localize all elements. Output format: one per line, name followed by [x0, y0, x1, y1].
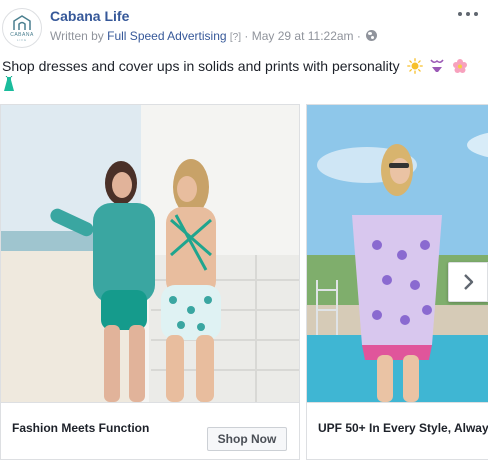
post-text-second-line — [2, 75, 16, 96]
avatar-logo-subtext: LIFE — [16, 37, 28, 42]
card-image-swimwear[interactable] — [1, 105, 299, 402]
dress-icon — [4, 75, 14, 91]
post-header: CABANA LIFE Cabana Life Written by Full … — [0, 0, 488, 54]
written-by-label: Written by — [50, 29, 104, 43]
page-avatar[interactable]: CABANA LIFE — [2, 8, 42, 48]
dot-icon — [474, 12, 478, 16]
advertiser-link[interactable]: Full Speed Advertising — [107, 29, 226, 43]
more-options-button[interactable] — [458, 12, 478, 20]
page-name-link[interactable]: Cabana Life — [50, 8, 129, 24]
card-image-coverups[interactable] — [307, 105, 488, 402]
globe-icon — [366, 30, 378, 41]
card-footer: UPF 50+ In Every Style, Always — [307, 402, 488, 459]
post-body-text: Shop dresses and cover ups in solids and… — [2, 58, 400, 74]
carousel-next-button[interactable] — [448, 262, 488, 302]
bikini-icon — [430, 59, 445, 72]
meta-separator: · — [244, 29, 249, 43]
cabana-logo-icon — [13, 14, 31, 30]
ad-carousel: Fashion Meets Function Shop Now UPF 50+ … — [0, 104, 488, 464]
card-headline[interactable]: UPF 50+ In Every Style, Always — [318, 421, 488, 435]
photo-pool-models — [307, 105, 488, 402]
card-footer: Fashion Meets Function Shop Now — [1, 402, 299, 459]
sun-icon — [406, 58, 423, 74]
post-date-link[interactable]: May 29 at 11:22am — [252, 29, 354, 43]
post-meta: Written by Full Speed Advertising [?] · … — [50, 29, 378, 43]
help-marker[interactable]: [?] — [230, 32, 241, 43]
card-headline[interactable]: Fashion Meets Function — [12, 421, 149, 435]
photo-beach-models — [1, 105, 299, 402]
chevron-right-icon — [464, 274, 474, 290]
carousel-card[interactable]: Fashion Meets Function Shop Now — [0, 104, 300, 460]
meta-separator-2: · — [356, 29, 361, 43]
post-text: Shop dresses and cover ups in solids and… — [2, 57, 486, 76]
shop-now-button[interactable]: Shop Now — [207, 427, 287, 451]
flower-icon — [453, 59, 468, 73]
dot-icon — [466, 12, 470, 16]
dot-icon — [458, 12, 462, 16]
